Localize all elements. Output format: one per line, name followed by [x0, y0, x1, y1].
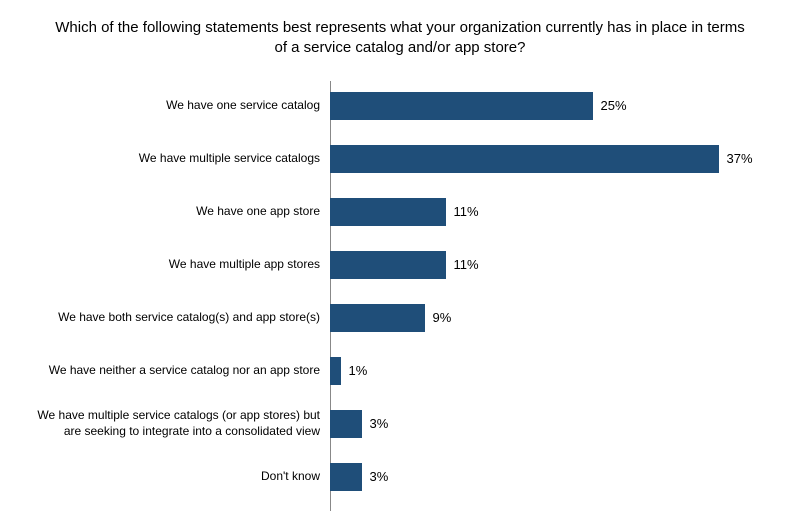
chart-row: We have both service catalog(s) and app … — [20, 293, 780, 343]
bar — [330, 198, 446, 226]
bar-region: 11% — [330, 198, 780, 226]
value-label: 3% — [362, 410, 389, 438]
category-label: We have one app store — [20, 204, 330, 220]
chart-title: Which of the following statements best r… — [50, 18, 750, 59]
chart-row: We have multiple app stores 11% — [20, 240, 780, 290]
value-label: 11% — [446, 251, 479, 279]
bar-region: 3% — [330, 463, 780, 491]
chart-row: Don't know 3% — [20, 452, 780, 502]
chart-row: We have neither a service catalog nor an… — [20, 346, 780, 396]
category-label: We have one service catalog — [20, 98, 330, 114]
value-label: 25% — [593, 92, 627, 120]
category-label: We have multiple service catalogs (or ap… — [20, 408, 330, 439]
bar-region: 9% — [330, 304, 780, 332]
value-label: 3% — [362, 463, 389, 491]
value-label: 1% — [341, 357, 368, 385]
bar — [330, 251, 446, 279]
bar-region: 11% — [330, 251, 780, 279]
chart-row: We have multiple service catalogs 37% — [20, 134, 780, 184]
bar — [330, 410, 362, 438]
bar-region: 37% — [330, 145, 780, 173]
category-label: We have multiple app stores — [20, 257, 330, 273]
bar-region: 3% — [330, 410, 780, 438]
chart-row: We have one service catalog 25% — [20, 81, 780, 131]
value-label: 37% — [719, 145, 753, 173]
category-label: We have neither a service catalog nor an… — [20, 363, 330, 379]
bar-region: 1% — [330, 357, 780, 385]
category-label: Don't know — [20, 469, 330, 485]
value-label: 9% — [425, 304, 452, 332]
bar — [330, 145, 719, 173]
chart-row: We have multiple service catalogs (or ap… — [20, 399, 780, 449]
bar — [330, 357, 341, 385]
value-label: 11% — [446, 198, 479, 226]
chart-row: We have one app store 11% — [20, 187, 780, 237]
chart-plot-area: We have one service catalog 25% We have mu… — [20, 81, 780, 511]
category-label: We have multiple service catalogs — [20, 151, 330, 167]
bar-region: 25% — [330, 92, 780, 120]
bar — [330, 304, 425, 332]
chart-container: Which of the following statements best r… — [0, 0, 800, 525]
category-label: We have both service catalog(s) and app … — [20, 310, 330, 326]
bar — [330, 463, 362, 491]
bar — [330, 92, 593, 120]
